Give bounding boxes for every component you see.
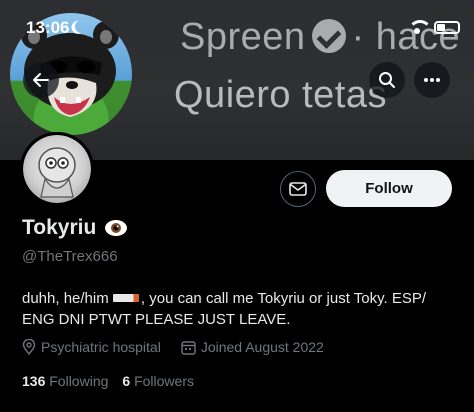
- avatar-image: [23, 135, 91, 203]
- wifi-icon: [408, 20, 432, 34]
- cigarette-icon: [112, 294, 139, 302]
- following-label: Following: [49, 373, 109, 389]
- status-indicators: [408, 20, 460, 34]
- back-button[interactable]: [23, 62, 59, 98]
- followers-label: Followers: [134, 373, 194, 389]
- search-button[interactable]: [369, 62, 405, 98]
- more-icon: [424, 78, 440, 82]
- location-item: Psychiatric hospital: [22, 339, 161, 355]
- display-name-text: Tokyriu: [22, 216, 97, 239]
- mail-icon: [289, 182, 307, 196]
- more-button[interactable]: [414, 62, 450, 98]
- status-time-text: 13:06: [26, 18, 70, 37]
- search-icon: [379, 72, 395, 88]
- bio-text-start: duhh, he/him: [22, 290, 109, 307]
- eye-emoji-icon: [104, 218, 128, 238]
- message-button[interactable]: [280, 171, 316, 207]
- following-link[interactable]: 136 Following: [22, 373, 108, 389]
- calendar-icon: [181, 340, 196, 355]
- moon-icon: [74, 18, 91, 35]
- joined-item: Joined August 2022: [181, 339, 324, 355]
- follow-counts: 136 Following 6 Followers: [22, 373, 194, 389]
- banner-verified-icon: [311, 19, 346, 53]
- bio: duhh, he/him , you can call me Tokyriu o…: [22, 288, 462, 330]
- status-time: 13:06: [26, 18, 88, 38]
- profile-screen: Spreen· hace 1 Quiero tetas 13:06: [0, 0, 474, 412]
- display-name: Tokyriu: [22, 216, 128, 240]
- battery-icon: [434, 20, 460, 34]
- location-text: Psychiatric hospital: [41, 339, 161, 355]
- avatar[interactable]: [20, 132, 94, 206]
- banner-username: Spreen: [180, 16, 306, 58]
- banner-tweet-text: Quiero tetas: [174, 74, 387, 116]
- followers-link[interactable]: 6 Followers: [122, 373, 194, 389]
- arrow-left-icon: [33, 73, 49, 87]
- location-pin-icon: [22, 339, 36, 355]
- followers-count: 6: [122, 373, 131, 389]
- profile-meta: Psychiatric hospital Joined August 2022: [22, 339, 324, 355]
- follow-button[interactable]: Follow: [326, 170, 452, 207]
- handle: @TheTrex666: [22, 248, 118, 265]
- following-count: 136: [22, 373, 46, 389]
- joined-text: Joined August 2022: [200, 339, 324, 355]
